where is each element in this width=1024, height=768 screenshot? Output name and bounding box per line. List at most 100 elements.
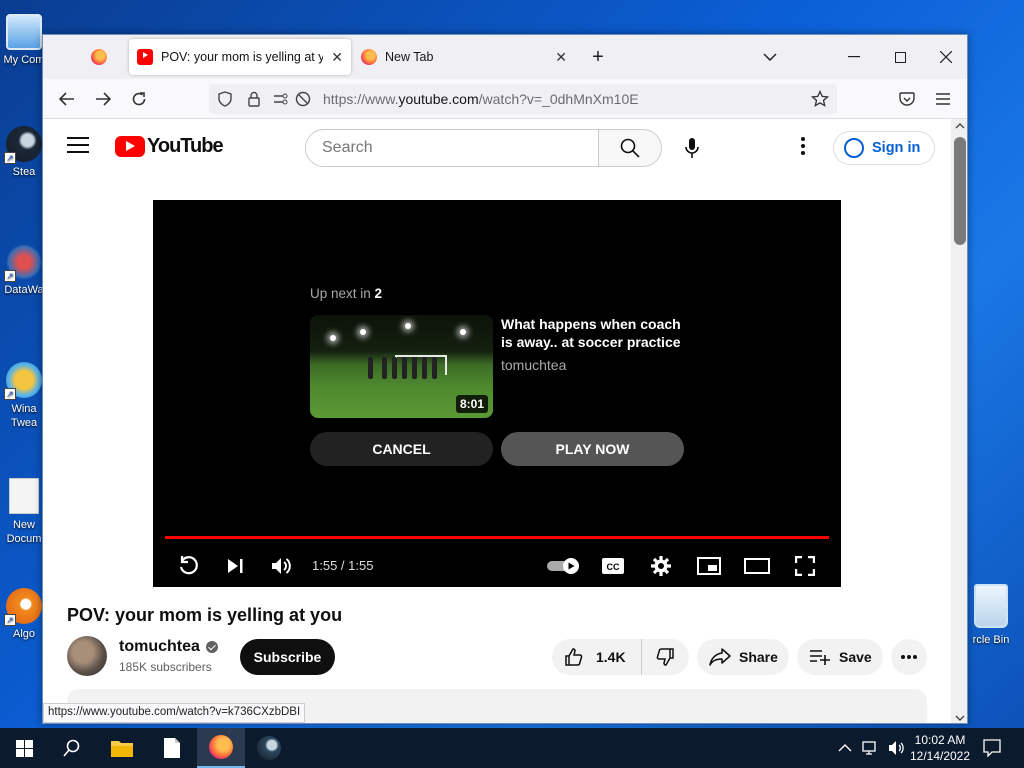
new-tab-button[interactable]: +: [575, 35, 621, 79]
system-tray: [838, 728, 906, 768]
maximize-button[interactable]: [877, 35, 923, 79]
play-now-button[interactable]: PLAY NOW: [501, 432, 684, 466]
fullscreen-button[interactable]: [790, 551, 820, 581]
firefox-icon: [361, 49, 377, 65]
subtitles-button[interactable]: CC: [598, 551, 628, 581]
save-button[interactable]: Save: [797, 639, 883, 675]
desktop-icon-winaero[interactable]: ↗ Wina Twea: [2, 362, 46, 430]
subscribe-button[interactable]: Subscribe: [240, 639, 335, 675]
time-display: 1:55 / 1:55: [312, 558, 374, 573]
next-video-thumbnail[interactable]: 8:01: [310, 315, 493, 418]
hamburger-menu-icon: [936, 93, 950, 105]
channel-avatar[interactable]: [67, 636, 107, 676]
progress-bar[interactable]: [165, 536, 829, 539]
scroll-down-icon[interactable]: [951, 711, 968, 724]
video-duration: 8:01: [455, 395, 488, 413]
chevron-up-icon[interactable]: [838, 744, 852, 752]
desktop-icon-new-document[interactable]: New Docum: [2, 478, 46, 546]
next-button[interactable]: [220, 551, 250, 581]
tab-new-tab[interactable]: New Tab ✕: [353, 39, 575, 75]
autoplay-toggle[interactable]: [545, 551, 581, 581]
miniplayer-icon: [697, 557, 721, 575]
youtube-icon: [137, 49, 153, 65]
tab-pinned[interactable]: [83, 39, 121, 75]
more-options-icon[interactable]: [799, 137, 807, 158]
svg-text:CC: CC: [607, 562, 620, 572]
fullscreen-icon: [795, 556, 815, 576]
taskbar: 10:02 AM 12/14/2022: [0, 728, 1024, 768]
close-window-button[interactable]: [923, 35, 967, 79]
theater-mode-button[interactable]: [742, 551, 772, 581]
taskbar-search-button[interactable]: [48, 728, 96, 768]
desktop-icon-my-computer[interactable]: My Com: [2, 14, 46, 66]
miniplayer-button[interactable]: [694, 551, 724, 581]
page-scrollbar[interactable]: [951, 119, 968, 724]
mute-button[interactable]: [267, 551, 297, 581]
forward-button[interactable]: [89, 85, 117, 113]
desktop-icon-steam[interactable]: ↗ Stea: [2, 126, 46, 178]
link-status-bar: https://www.youtube.com/watch?v=k736CXzb…: [43, 703, 306, 723]
taskbar-notepad[interactable]: [148, 728, 196, 768]
permissions-icon[interactable]: [273, 92, 289, 106]
tab-youtube-video[interactable]: POV: your mom is yelling at you ✕: [129, 39, 351, 75]
cc-icon: CC: [602, 558, 624, 574]
search-input[interactable]: Search: [305, 129, 599, 167]
taskbar-firefox[interactable]: [197, 728, 245, 768]
dislike-button[interactable]: [642, 639, 688, 675]
subscriber-count: 185K subscribers: [119, 660, 212, 674]
datawarrior-icon: ↗: [4, 244, 42, 282]
more-actions-button[interactable]: [891, 639, 927, 675]
folder-icon: [111, 741, 133, 757]
bookmark-star-icon[interactable]: [811, 90, 829, 108]
close-tab-icon[interactable]: ✕: [555, 49, 567, 66]
taskbar-steam[interactable]: [245, 728, 293, 768]
minimize-icon: [848, 56, 860, 58]
desktop-icon-label: DataWa: [4, 284, 44, 296]
video-player[interactable]: Up next in 2 8:01 What happens when coac…: [153, 200, 841, 587]
lock-icon[interactable]: [247, 91, 261, 107]
network-icon[interactable]: [862, 740, 880, 756]
scrollbar-thumb[interactable]: [954, 137, 966, 245]
search-button[interactable]: [598, 129, 662, 167]
start-button[interactable]: [0, 728, 48, 768]
windows-logo-icon: [15, 739, 33, 757]
reload-button[interactable]: [125, 85, 153, 113]
youtube-logo[interactable]: YouTube: [115, 135, 224, 158]
desktop-icon-algodoo[interactable]: ↗ Algo: [2, 588, 46, 640]
guide-menu-icon[interactable]: [67, 137, 89, 158]
next-video-title[interactable]: What happens when coach is away.. at soc…: [501, 315, 691, 351]
sign-in-button[interactable]: Sign in: [833, 131, 935, 165]
chevron-down-icon: [763, 53, 777, 61]
back-button[interactable]: [53, 85, 81, 113]
tab-bar: POV: your mom is yelling at you ✕ New Ta…: [43, 35, 967, 79]
autoplay-blocked-icon[interactable]: [295, 91, 311, 107]
channel-name[interactable]: tomuchtea: [119, 638, 218, 656]
volume-icon: [272, 558, 291, 574]
verified-badge-icon: [205, 641, 218, 653]
replay-button[interactable]: [173, 551, 203, 581]
add-to-playlist-icon: [810, 650, 830, 665]
notifications-button[interactable]: [968, 728, 1016, 768]
microphone-icon: [685, 138, 699, 158]
address-bar[interactable]: https://www.youtube.com/watch?v=_0dhMnXm…: [209, 84, 837, 114]
app-menu-button[interactable]: [929, 85, 957, 113]
share-button[interactable]: Share: [697, 639, 789, 675]
taskbar-file-explorer[interactable]: [98, 728, 146, 768]
pocket-button[interactable]: [893, 85, 921, 113]
like-button[interactable]: 1.4K: [552, 639, 642, 675]
url-text[interactable]: https://www.youtube.com/watch?v=_0dhMnXm…: [323, 91, 639, 107]
voice-search-button[interactable]: [673, 129, 711, 167]
desktop-icon-datawarrior[interactable]: ↗ DataWa: [2, 244, 46, 296]
close-tab-icon[interactable]: ✕: [331, 49, 343, 66]
steam-icon: ↗: [4, 126, 42, 164]
list-all-tabs-button[interactable]: [747, 35, 793, 79]
shield-icon[interactable]: [217, 91, 233, 107]
scroll-up-icon[interactable]: [951, 119, 968, 133]
minimize-button[interactable]: [831, 35, 877, 79]
autoplay-toggle-icon: [547, 558, 579, 574]
settings-button[interactable]: [646, 551, 676, 581]
next-video-channel: tomuchtea: [501, 357, 567, 373]
cancel-autoplay-button[interactable]: CANCEL: [310, 432, 493, 466]
youtube-page: YouTube Search Sign in Up next in 2 8:01: [43, 119, 951, 723]
firefox-icon: [209, 735, 233, 759]
